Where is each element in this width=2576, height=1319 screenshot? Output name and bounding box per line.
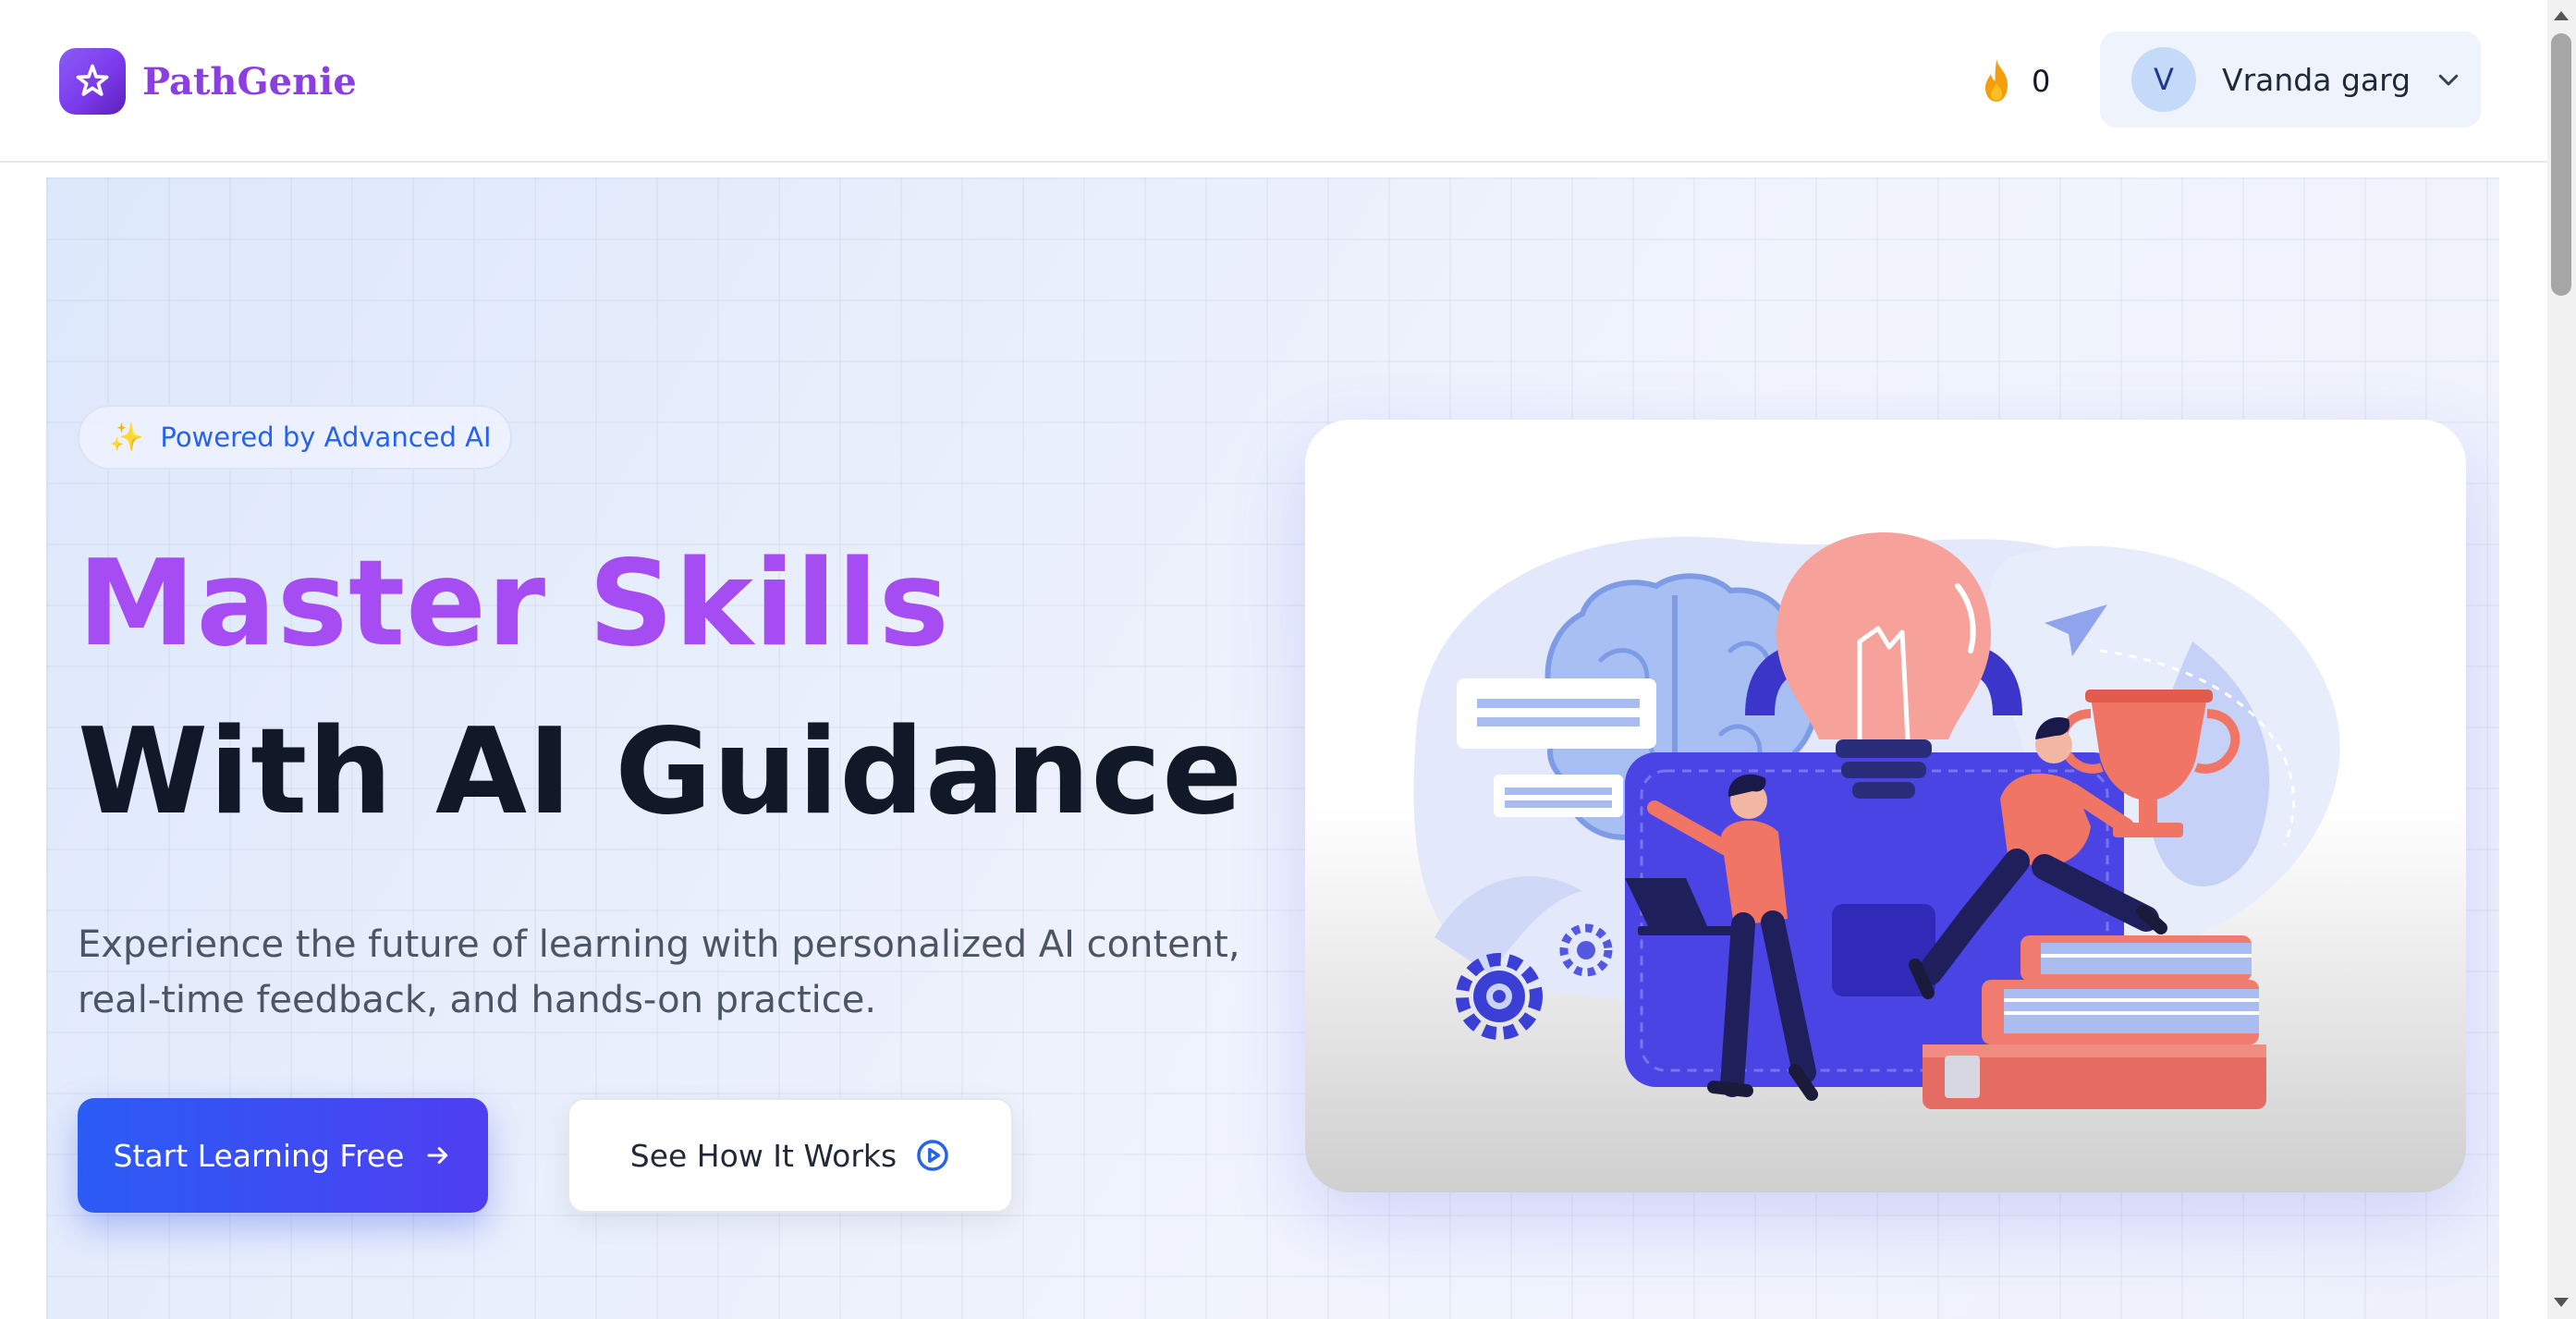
user-name: Vranda garg: [2222, 61, 2411, 98]
hero-title-highlight: Master Skills: [78, 535, 950, 673]
user-menu-button[interactable]: V Vranda garg: [2100, 31, 2481, 128]
ai-badge: ✨ Powered by Advanced AI: [78, 405, 512, 470]
top-navbar: PathGenie 0 V Vranda garg: [0, 0, 2547, 163]
streak-counter[interactable]: 0: [1978, 54, 2050, 109]
play-circle-icon: [917, 1140, 949, 1171]
hero-illustration-card: [1305, 420, 2466, 1192]
hero-title: With AI Guidance: [78, 703, 1244, 841]
streak-count: 0: [2032, 64, 2051, 99]
app-logo[interactable]: PathGenie: [59, 46, 357, 116]
hero-section: ✨ Powered by Advanced AI Master Skills W…: [46, 177, 2499, 1319]
fire-icon: [1985, 59, 2008, 102]
see-how-label: See How It Works: [629, 1137, 897, 1174]
start-learning-button[interactable]: Start Learning Free: [78, 1098, 488, 1213]
scroll-up-arrow[interactable]: [2554, 11, 2569, 20]
sparkle-star-icon: [59, 48, 126, 115]
sparkles-icon: ✨: [109, 421, 144, 454]
badge-text: Powered by Advanced AI: [160, 421, 492, 453]
chevron-down-icon: [2438, 74, 2459, 86]
avatar: V: [2131, 47, 2196, 112]
start-learning-label: Start Learning Free: [113, 1137, 405, 1174]
see-how-it-works-button[interactable]: See How It Works: [568, 1098, 1013, 1213]
learning-illustration: [1413, 532, 2340, 1109]
scrollbar-thumb[interactable]: [2551, 33, 2571, 296]
avatar-initial: V: [2154, 62, 2174, 97]
scroll-down-arrow[interactable]: [2554, 1298, 2569, 1307]
arrow-right-icon: [427, 1147, 448, 1164]
app-name: PathGenie: [142, 59, 357, 104]
hero-subtitle: Experience the future of learning with p…: [78, 923, 1240, 1021]
